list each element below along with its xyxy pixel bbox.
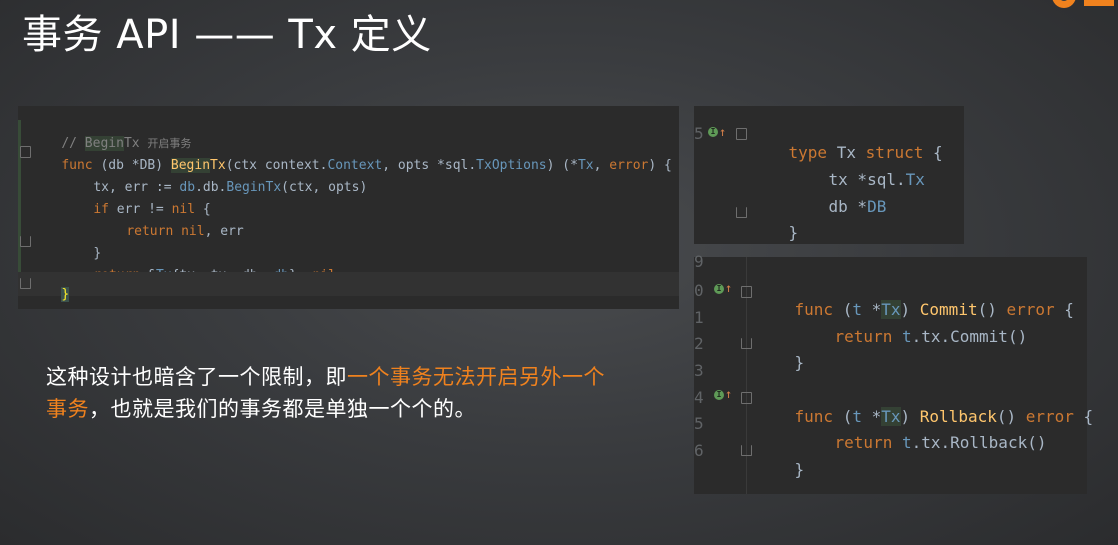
description-part: 这种设计也暗含了一个限制，即 [46,365,347,389]
fold-icon[interactable] [741,445,752,456]
arrow-up-icon[interactable]: ↑ [725,388,732,400]
description-text: 这种设计也暗含了一个限制，即一个事务无法开启另外一个事务，也就是我们的事务都是单… [46,361,626,425]
line-number: 5 [694,414,704,433]
brand-logo [1048,0,1118,14]
code-panel-tx-methods: 9 0 1 2 3 4 5 6 I ↑ I ↑ func (t *Tx) Com… [694,252,1093,494]
line-number: 9 [694,252,704,271]
fold-icon[interactable] [20,146,31,158]
arrow-up-icon[interactable]: ↑ [719,126,726,138]
line-number: 4 [694,388,704,407]
code-line-commit-close: } [794,353,805,372]
fold-icon[interactable] [20,278,31,289]
fold-icon[interactable] [20,236,31,247]
line-number: 2 [694,334,704,353]
code-panel-tx-struct: 5 I ↑ type Tx struct { tx *sql.Tx db *DB… [694,106,964,244]
fold-icon[interactable] [741,392,752,404]
code-line-current: } [18,272,679,302]
description-part: ，也就是我们的事务都是单独一个个的。 [89,397,476,421]
line-number: 1 [694,308,704,327]
fold-icon[interactable] [741,338,752,349]
fold-icon[interactable] [736,128,747,140]
line-number: 5 [694,124,704,143]
code-panel-begin-tx: // BeginTx 开启事务 func (db *DB) BeginTx(ct… [18,106,679,309]
implemented-icon[interactable]: I [708,127,718,137]
arrow-up-icon[interactable]: ↑ [725,282,732,294]
fold-icon[interactable] [736,207,747,218]
fold-icon[interactable] [741,286,752,298]
code-line-close-struct: } [788,223,799,242]
slide-title: 事务 API —— Tx 定义 [22,12,432,58]
line-number: 6 [694,441,704,460]
code-line-rollback-close: } [794,460,805,479]
implementing-icon[interactable]: I [714,390,724,400]
line-number: 3 [694,361,704,380]
implementing-icon[interactable]: I [714,284,724,294]
line-number: 0 [694,281,704,300]
